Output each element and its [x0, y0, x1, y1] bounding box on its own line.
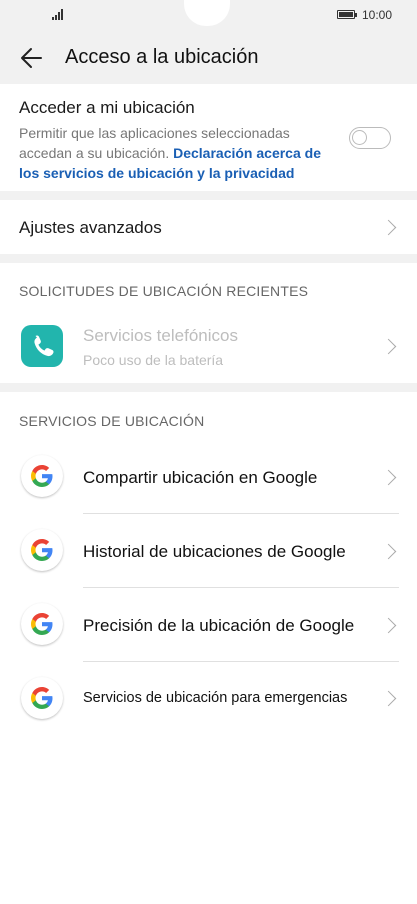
service-label: Servicios de ubicación para emergencias — [83, 690, 348, 706]
location-services-section: SERVICIOS DE UBICACIÓN Compartir ubicaci… — [0, 392, 417, 904]
chevron-right-icon — [380, 617, 397, 634]
chevron-right-icon — [380, 219, 397, 236]
phone-icon — [21, 325, 63, 367]
chevron-right-icon — [380, 469, 397, 486]
chevron-right-icon — [380, 543, 397, 560]
recent-item-subtitle: Poco uso de la batería — [83, 352, 224, 368]
divider — [83, 513, 399, 514]
advanced-settings-row[interactable]: Ajustes avanzados — [0, 200, 417, 254]
battery-icon — [337, 10, 357, 19]
service-label: Compartir ubicación en Google — [83, 468, 318, 487]
location-access-card[interactable]: Acceder a mi ubicación Permitir que las … — [0, 84, 417, 191]
google-icon — [21, 677, 63, 719]
status-bar: 10:00 — [0, 0, 417, 30]
app-bar: Acceso a la ubicación — [0, 30, 417, 84]
switch-knob — [352, 130, 367, 145]
location-toggle-description: Permitir que las aplicaciones selecciona… — [19, 123, 339, 183]
divider — [83, 587, 399, 588]
advanced-settings-label: Ajustes avanzados — [19, 218, 162, 237]
recent-item-title: Servicios telefónicos — [83, 326, 238, 345]
page-title: Acceso a la ubicación — [65, 46, 259, 68]
arrow-left-icon[interactable] — [18, 44, 46, 72]
chevron-right-icon — [380, 338, 397, 355]
camera-notch — [184, 0, 230, 26]
service-label: Precisión de la ubicación de Google — [83, 616, 355, 635]
google-icon — [21, 603, 63, 645]
status-time: 10:00 — [362, 8, 393, 22]
chevron-right-icon — [380, 690, 397, 707]
google-icon — [21, 529, 63, 571]
location-toggle-title: Acceder a mi ubicación — [19, 98, 195, 117]
google-icon — [21, 455, 63, 497]
recent-requests-heading: SOLICITUDES DE UBICACIÓN RECIENTES — [19, 283, 309, 299]
divider — [83, 661, 399, 662]
recent-requests-section: SOLICITUDES DE UBICACIÓN RECIENTES Servi… — [0, 263, 417, 383]
service-label: Historial de ubicaciones de Google — [83, 542, 346, 561]
signal-icon — [52, 8, 63, 20]
location-toggle-switch[interactable] — [349, 127, 391, 149]
location-services-heading: SERVICIOS DE UBICACIÓN — [19, 413, 205, 429]
